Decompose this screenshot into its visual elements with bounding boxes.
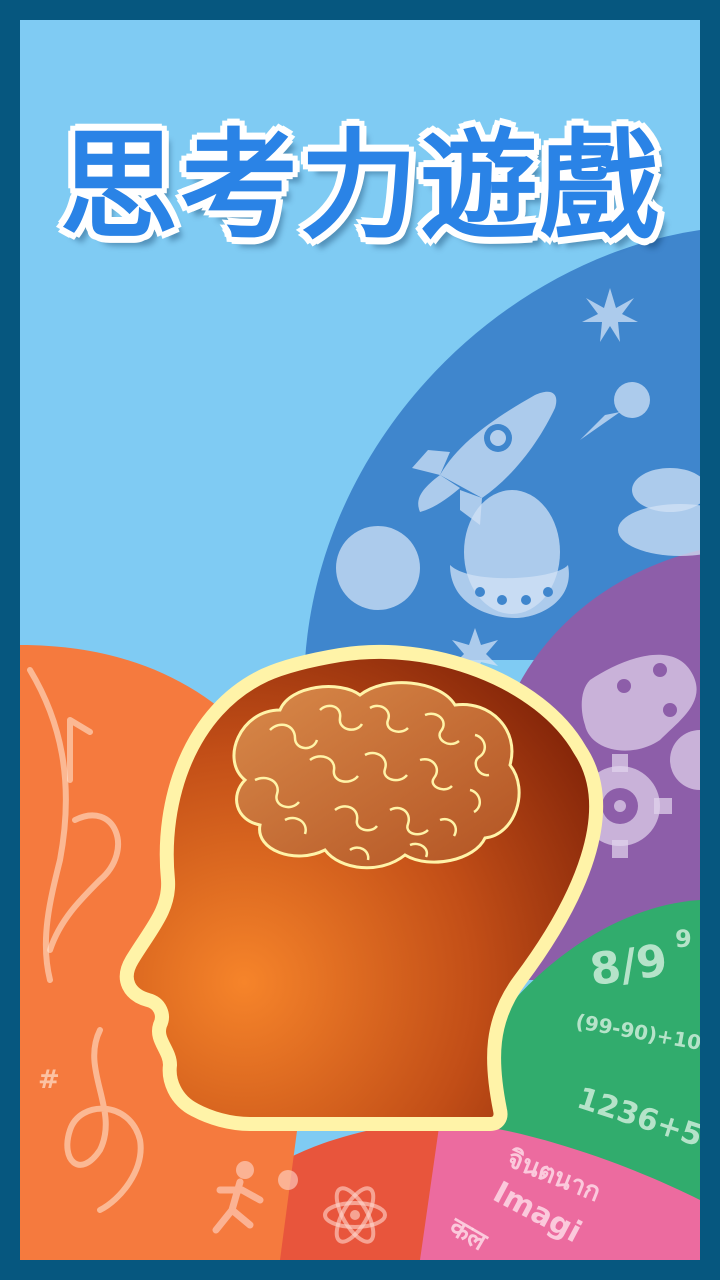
app-frame: 8/9 9 (99-90)+10 1236+5 จินตนาก Imagi कल… (0, 0, 720, 1280)
brain-icon (232, 681, 521, 870)
splash-artwork: 8/9 9 (99-90)+10 1236+5 จินตนาก Imagi कल… (20, 20, 700, 1260)
planet-icon (336, 526, 420, 610)
math-exponent-text: 9 (675, 925, 692, 953)
app-title: 思考力遊戲 (59, 117, 660, 255)
sharp-symbol-text: # (38, 1065, 60, 1095)
math-fraction-text: 8/9 (586, 934, 671, 997)
